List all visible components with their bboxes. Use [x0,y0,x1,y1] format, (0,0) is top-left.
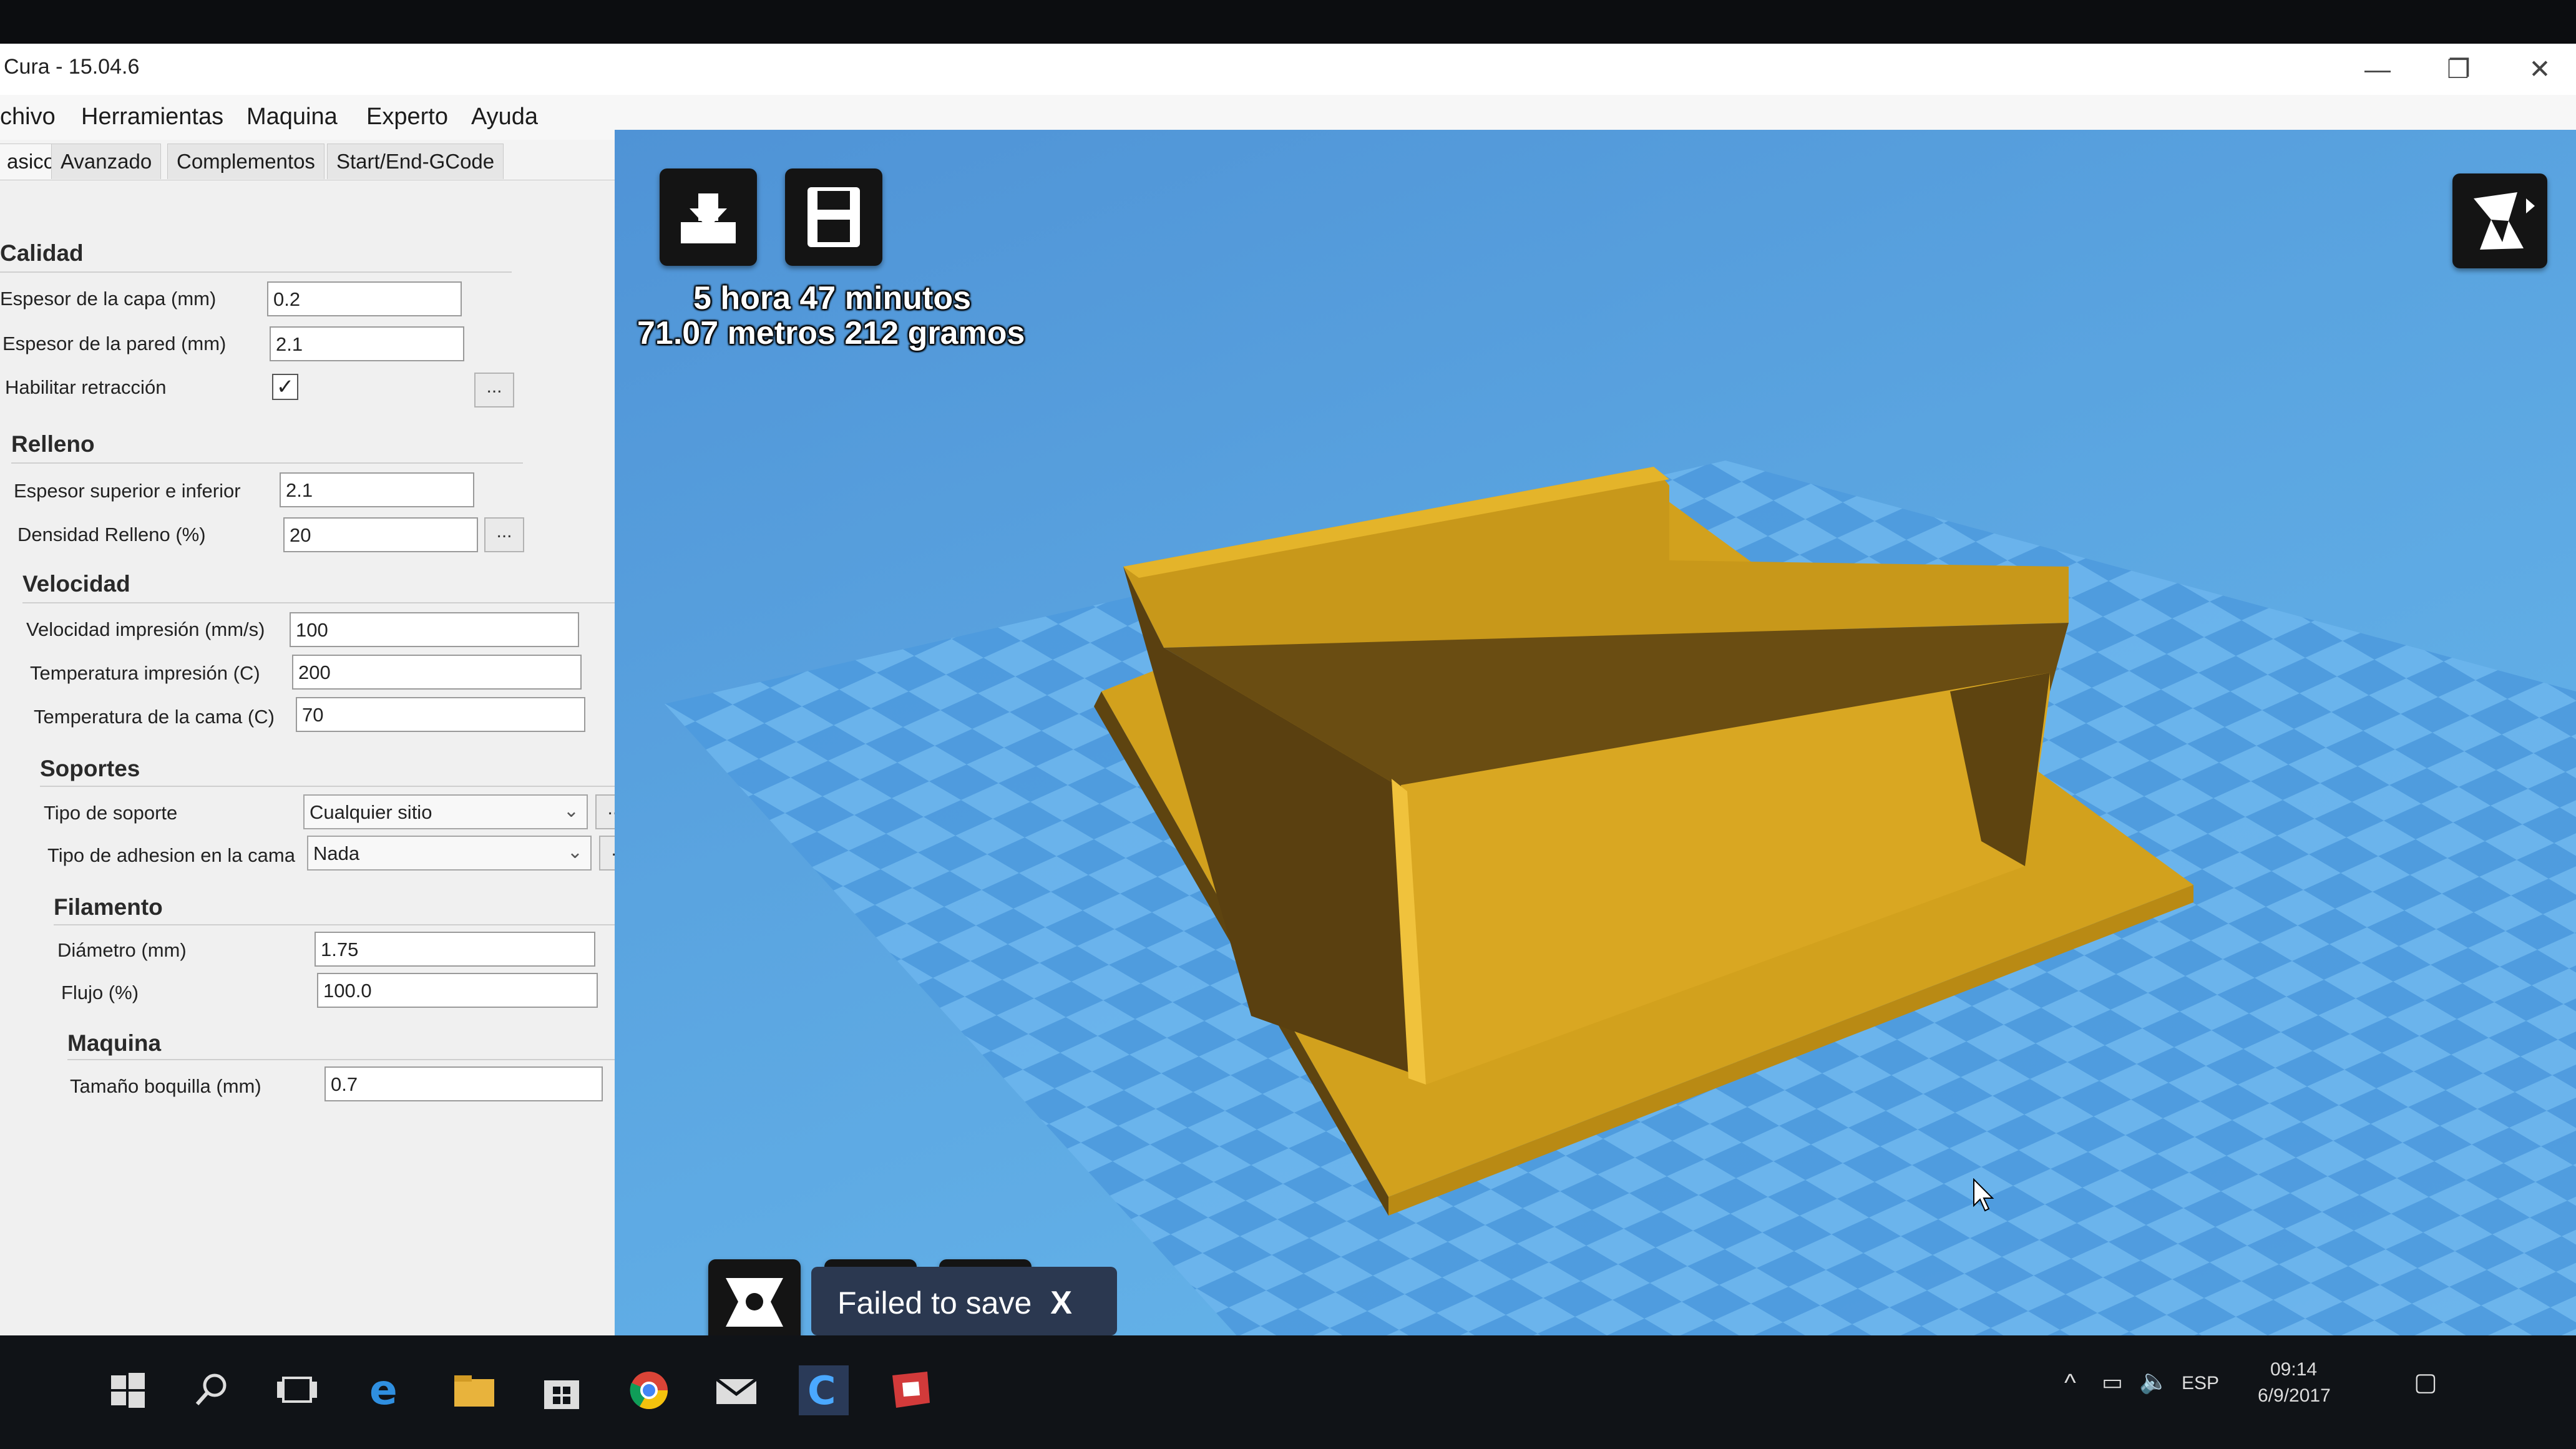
language-indicator[interactable]: ESP [2182,1373,2219,1394]
section-divider [54,924,615,925]
network-icon[interactable]: ▭ [2102,1369,2123,1395]
print-time-text: 5 hora 47 minutos [693,280,971,316]
menu-archivo[interactable]: chivo [0,104,56,130]
view-mode-button[interactable] [2452,173,2547,268]
section-relleno-title: Relleno [11,431,95,457]
section-divider [11,462,523,464]
adhesion-type-label: Tipo de adhesion en la cama [47,844,295,866]
clock-date[interactable]: 6/9/2017 [2258,1385,2331,1407]
retraction-checkbox[interactable]: ✓ [272,374,298,400]
tab-avanzado[interactable]: Avanzado [51,144,162,179]
edge-browser-icon[interactable]: e [362,1365,412,1415]
infill-more-button[interactable]: ... [484,517,524,552]
nozzle-size-input[interactable]: 0.7 [324,1066,603,1101]
layer-height-label: Espesor de la capa (mm) [0,288,217,310]
adhesion-type-select[interactable]: Nada ⌄ [307,836,592,871]
section-filamento-title: Filamento [54,894,163,920]
cura-window: Cura - 15.04.6 — ❐ ✕ chivo Herramientas … [0,44,2576,1379]
section-divider [22,602,622,603]
section-calidad-title: Calidad [0,240,84,266]
save-model-button[interactable] [785,168,882,266]
retraction-more-button[interactable]: ... [474,373,514,407]
rotate-tool-button[interactable] [708,1259,801,1345]
rotate-icon [726,1278,783,1327]
close-button[interactable]: ✕ [2515,52,2565,86]
support-type-value: Cualquier sitio [310,801,432,823]
save-disk-icon [807,187,860,247]
print-temp-label: Temperatura impresión (C) [30,662,260,684]
chevron-up-icon[interactable]: ^ [2064,1369,2076,1397]
print-speed-input[interactable]: 100 [290,612,579,647]
failed-to-save-toast: Failed to save X [811,1267,1117,1335]
load-icon [681,193,736,243]
3d-viewport[interactable]: 5 hora 47 minutos 71.07 metros 212 gramo… [615,130,2576,1379]
task-view-icon[interactable] [272,1365,322,1415]
section-velocidad-title: Velocidad [22,571,130,597]
support-type-select[interactable]: Cualquier sitio ⌄ [303,794,588,829]
checkmark-icon: ✓ [276,375,295,399]
cura-app-icon[interactable]: C [799,1365,849,1415]
store-icon[interactable] [537,1365,587,1415]
bed-temp-label: Temperatura de la cama (C) [34,706,275,728]
section-divider [40,786,627,787]
chevron-down-icon: ⌄ [567,842,583,862]
infill-density-label: Densidad Relleno (%) [17,524,206,545]
settings-panel: Calidad Espesor de la capa (mm) 0.2 Espe… [0,180,639,1379]
taskbar: e C ^ ▭ 🔈 ESP 09:14 6/9/2017 ▢ [0,1335,2576,1449]
support-type-label: Tipo de soporte [44,802,178,824]
toast-close-button[interactable]: X [1050,1285,1072,1321]
wall-thickness-input[interactable]: 2.1 [270,326,464,361]
tab-start-end-gcode[interactable]: Start/End-GCode [327,144,504,179]
slicer-app-icon[interactable] [886,1365,936,1415]
top-bottom-label: Espesor superior e inferior [14,480,241,502]
retraction-label: Habilitar retracción [5,376,167,398]
print-temp-input[interactable]: 200 [292,655,582,690]
menu-herramientas[interactable]: Herramientas [81,104,223,130]
title-bar: Cura - 15.04.6 — ❐ ✕ [0,44,2576,95]
diameter-input[interactable]: 1.75 [315,932,595,967]
minimize-button[interactable]: — [2353,52,2403,86]
file-explorer-icon[interactable] [449,1365,499,1415]
menu-experto[interactable]: Experto [366,104,448,130]
infill-density-input[interactable]: 20 [283,517,478,552]
maximize-button[interactable]: ❐ [2434,52,2484,86]
nozzle-size-label: Tamaño boquilla (mm) [70,1075,261,1097]
windows-start-icon[interactable] [102,1365,152,1415]
top-bottom-input[interactable]: 2.1 [280,472,474,507]
section-divider [67,1059,617,1060]
section-divider [0,271,512,273]
section-maquina-title: Maquina [67,1030,162,1056]
diameter-label: Diámetro (mm) [57,939,187,961]
mail-icon[interactable] [711,1365,761,1415]
notifications-icon[interactable]: ▢ [2414,1368,2437,1397]
clock-time[interactable]: 09:14 [2270,1359,2317,1380]
print-material-text: 71.07 metros 212 gramos [637,315,1025,351]
svg-text:e: e [369,1366,398,1414]
search-icon[interactable] [187,1365,237,1415]
chrome-icon[interactable] [624,1365,674,1415]
view-mode-icon [2474,192,2535,250]
mouse-cursor-icon [1973,1178,1994,1212]
flow-input[interactable]: 100.0 [317,973,598,1008]
menu-maquina[interactable]: Maquina [246,104,338,130]
volume-icon[interactable]: 🔈 [2139,1368,2169,1395]
section-soportes-title: Soportes [40,756,140,781]
menu-ayuda[interactable]: Ayuda [471,104,538,130]
adhesion-type-value: Nada [313,842,360,864]
layer-height-input[interactable]: 0.2 [267,281,462,316]
print-speed-label: Velocidad impresión (mm/s) [26,618,265,640]
chevron-down-icon: ⌄ [563,801,579,821]
flow-label: Flujo (%) [61,982,139,1003]
settings-tabs: asico Avanzado Complementos Start/End-GC… [0,140,615,180]
bed-temp-input[interactable]: 70 [296,697,585,732]
tab-complementos[interactable]: Complementos [167,144,324,179]
svg-text:C: C [807,1368,836,1413]
wall-thickness-label: Espesor de la pared (mm) [2,333,227,354]
load-model-button[interactable] [660,168,757,266]
toast-message: Failed to save [837,1286,1032,1320]
window-title: Cura - 15.04.6 [4,55,140,79]
